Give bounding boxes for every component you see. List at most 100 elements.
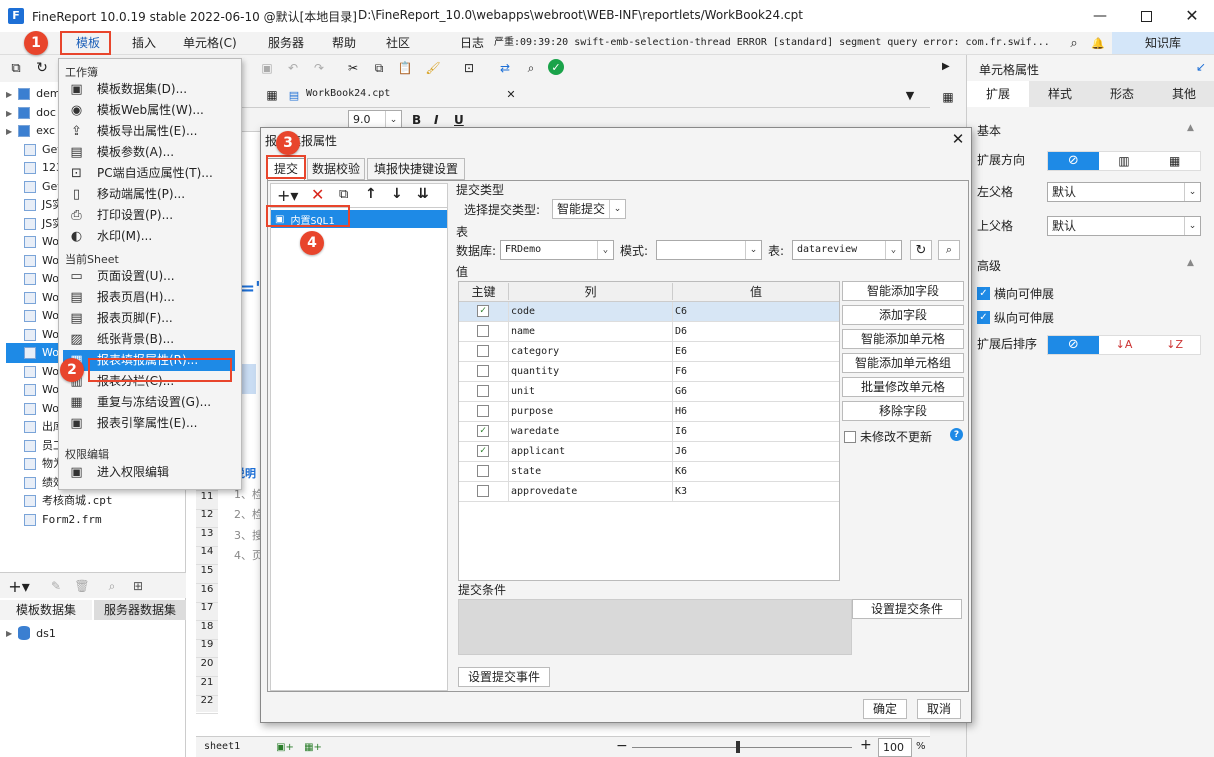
table-row[interactable]: purpose H6 — [459, 401, 839, 422]
unchanged-checkbox[interactable]: 未修改不更新 — [844, 428, 932, 445]
set-condition-button[interactable]: 设置提交条件 — [852, 599, 962, 619]
menu-item[interactable]: ▣ 模板数据集(D)... — [63, 79, 235, 100]
menu-item[interactable]: ▯ 移动端属性(P)... — [63, 184, 235, 205]
tree-item[interactable]: Wor — [6, 399, 63, 419]
tab-style[interactable]: 样式 — [1029, 81, 1091, 107]
zoom-slider[interactable] — [632, 741, 852, 753]
table-row[interactable]: quantity F6 — [459, 361, 839, 382]
side-action-button[interactable]: 智能添加单元格 — [842, 329, 964, 349]
swap-icon[interactable]: ⇄ — [496, 59, 514, 77]
tree-item[interactable]: JS实 — [6, 195, 63, 215]
menu-item[interactable]: ◐ 水印(M)... — [63, 226, 235, 247]
side-action-button[interactable]: 添加字段 — [842, 305, 964, 325]
sheet-tab-name[interactable]: WorkBook24.cpt — [306, 88, 390, 99]
menu-community[interactable]: 社区 — [386, 32, 410, 54]
check-icon[interactable]: ✓ — [548, 59, 564, 75]
row-header[interactable]: 21 — [196, 677, 218, 696]
value-cell[interactable]: K6 — [673, 462, 839, 482]
table-row[interactable]: ✓ code C6 — [459, 301, 839, 322]
menu-item[interactable]: ▤ 报表页眉(H)... — [63, 287, 235, 308]
collapse-icon[interactable]: ▲ — [1187, 258, 1194, 268]
menu-item[interactable]: ⊡ PC端自适应属性(T)... — [63, 163, 235, 184]
maximize-icon[interactable] — [1136, 6, 1156, 26]
key-checkbox[interactable]: ✓ — [477, 444, 489, 457]
copy-icon[interactable]: ⧉ — [339, 187, 348, 202]
refresh-table-icon[interactable]: ↻ — [910, 240, 932, 260]
zoom-in-icon[interactable]: + — [860, 737, 872, 753]
left-parent-select[interactable]: 默认 ⌄ — [1047, 182, 1201, 202]
zoom-input[interactable]: 100 — [878, 738, 912, 757]
row-header[interactable]: 11 — [196, 491, 218, 510]
value-cell[interactable]: C6 — [673, 302, 839, 322]
tab-template-dataset[interactable]: 模板数据集 — [0, 600, 92, 620]
tree-item[interactable]: 绩效 — [6, 473, 64, 493]
key-checkbox[interactable] — [477, 324, 489, 337]
search-replace-icon[interactable]: ⌕ — [522, 59, 540, 77]
side-action-button[interactable]: 移除字段 — [842, 401, 964, 421]
tree-item[interactable]: Wor — [6, 306, 63, 326]
key-checkbox[interactable] — [477, 384, 489, 397]
dock-icon[interactable]: ↙ — [1193, 59, 1209, 75]
table-row[interactable]: approvedate K3 — [459, 481, 839, 502]
tree-item[interactable]: Wor — [6, 325, 63, 345]
sort-none-button[interactable]: ⊘ — [1048, 336, 1099, 354]
key-checkbox[interactable] — [477, 404, 489, 417]
ds-setting-icon[interactable]: ⊞ — [130, 578, 146, 594]
tree-item[interactable]: 123 — [6, 158, 63, 178]
paste-icon[interactable]: 📋 — [396, 59, 414, 77]
row-header[interactable]: 13 — [196, 528, 218, 547]
row-header[interactable]: 22 — [196, 695, 218, 715]
row-header[interactable]: 15 — [196, 565, 218, 584]
row-header[interactable]: 17 — [196, 602, 218, 622]
tree-item[interactable]: Form2.frm — [6, 510, 102, 530]
bell-icon[interactable]: 🔔 — [1090, 35, 1106, 51]
search-icon[interactable]: ⌕ — [1066, 35, 1082, 51]
cancel-button[interactable]: 取消 — [917, 699, 961, 719]
set-event-button[interactable]: 设置提交事件 — [458, 667, 550, 687]
ok-button[interactable]: 确定 — [863, 699, 907, 719]
copy-icon[interactable]: ⧉ — [370, 59, 388, 77]
cell-element-icon[interactable]: ▦ — [938, 87, 958, 107]
zoom-slider-thumb[interactable] — [736, 741, 740, 753]
tab-server-dataset[interactable]: 服务器数据集 — [94, 600, 186, 620]
row-header[interactable]: 14 — [196, 546, 218, 566]
menu-item[interactable]: ◉ 模板Web属性(W)... — [63, 100, 235, 121]
refresh-icon[interactable]: ↻ — [34, 60, 50, 76]
table-row[interactable]: state K6 — [459, 461, 839, 482]
sheet-grid-icon[interactable]: ▦ — [264, 87, 280, 103]
preview-icon[interactable]: ⌕ — [104, 578, 120, 594]
tree-item[interactable]: Wor — [6, 362, 63, 382]
sheet-tab[interactable]: sheet1 — [204, 741, 240, 752]
key-checkbox[interactable] — [477, 484, 489, 497]
bold-icon[interactable]: B — [412, 113, 421, 127]
tab-shortcut[interactable]: 填报快捷键设置 — [367, 158, 465, 180]
row-header[interactable]: 19 — [196, 639, 218, 659]
add-report-icon[interactable]: ▦+ — [304, 740, 322, 754]
row-header[interactable]: 12 — [196, 509, 218, 529]
table-row[interactable]: ✓ waredate I6 — [459, 421, 839, 442]
menu-item[interactable]: ▨ 纸张背景(B)... — [63, 329, 235, 350]
new-folder-icon[interactable]: ⧉ — [8, 60, 24, 76]
menu-item[interactable]: ⇪ 模板导出属性(E)... — [63, 121, 235, 142]
close-dialog-icon[interactable]: ✕ — [949, 130, 967, 148]
minimize-icon[interactable]: — — [1090, 6, 1110, 26]
value-cell[interactable]: G6 — [673, 382, 839, 402]
key-checkbox[interactable]: ✓ — [477, 424, 489, 437]
menu-item[interactable]: ▭ 页面设置(U)... — [63, 266, 235, 287]
table-row[interactable]: unit G6 — [459, 381, 839, 402]
value-cell[interactable]: I6 — [673, 422, 839, 442]
table-row[interactable]: ✓ applicant J6 — [459, 441, 839, 462]
tree-item[interactable]: Wor — [6, 343, 64, 363]
menu-item[interactable]: ▤ 模板参数(A)... — [63, 142, 235, 163]
sort-desc-button[interactable]: ↓Z — [1149, 336, 1200, 354]
h-expand-checkbox[interactable]: ✓ 横向可伸展 — [977, 285, 1054, 302]
menu-help[interactable]: 帮助 — [332, 32, 356, 54]
tree-item[interactable]: Get — [6, 140, 62, 160]
value-cell[interactable]: K3 — [673, 482, 839, 502]
menu-cell[interactable]: 单元格(C) — [183, 32, 237, 54]
tab-validate[interactable]: 数据校验 — [307, 158, 365, 180]
tab-other[interactable]: 其他 — [1153, 81, 1214, 107]
expand-arrow-icon[interactable]: ▶ — [6, 127, 12, 136]
tree-item[interactable]: 出库 — [6, 417, 64, 437]
tree-item[interactable]: 物为 — [6, 454, 64, 474]
